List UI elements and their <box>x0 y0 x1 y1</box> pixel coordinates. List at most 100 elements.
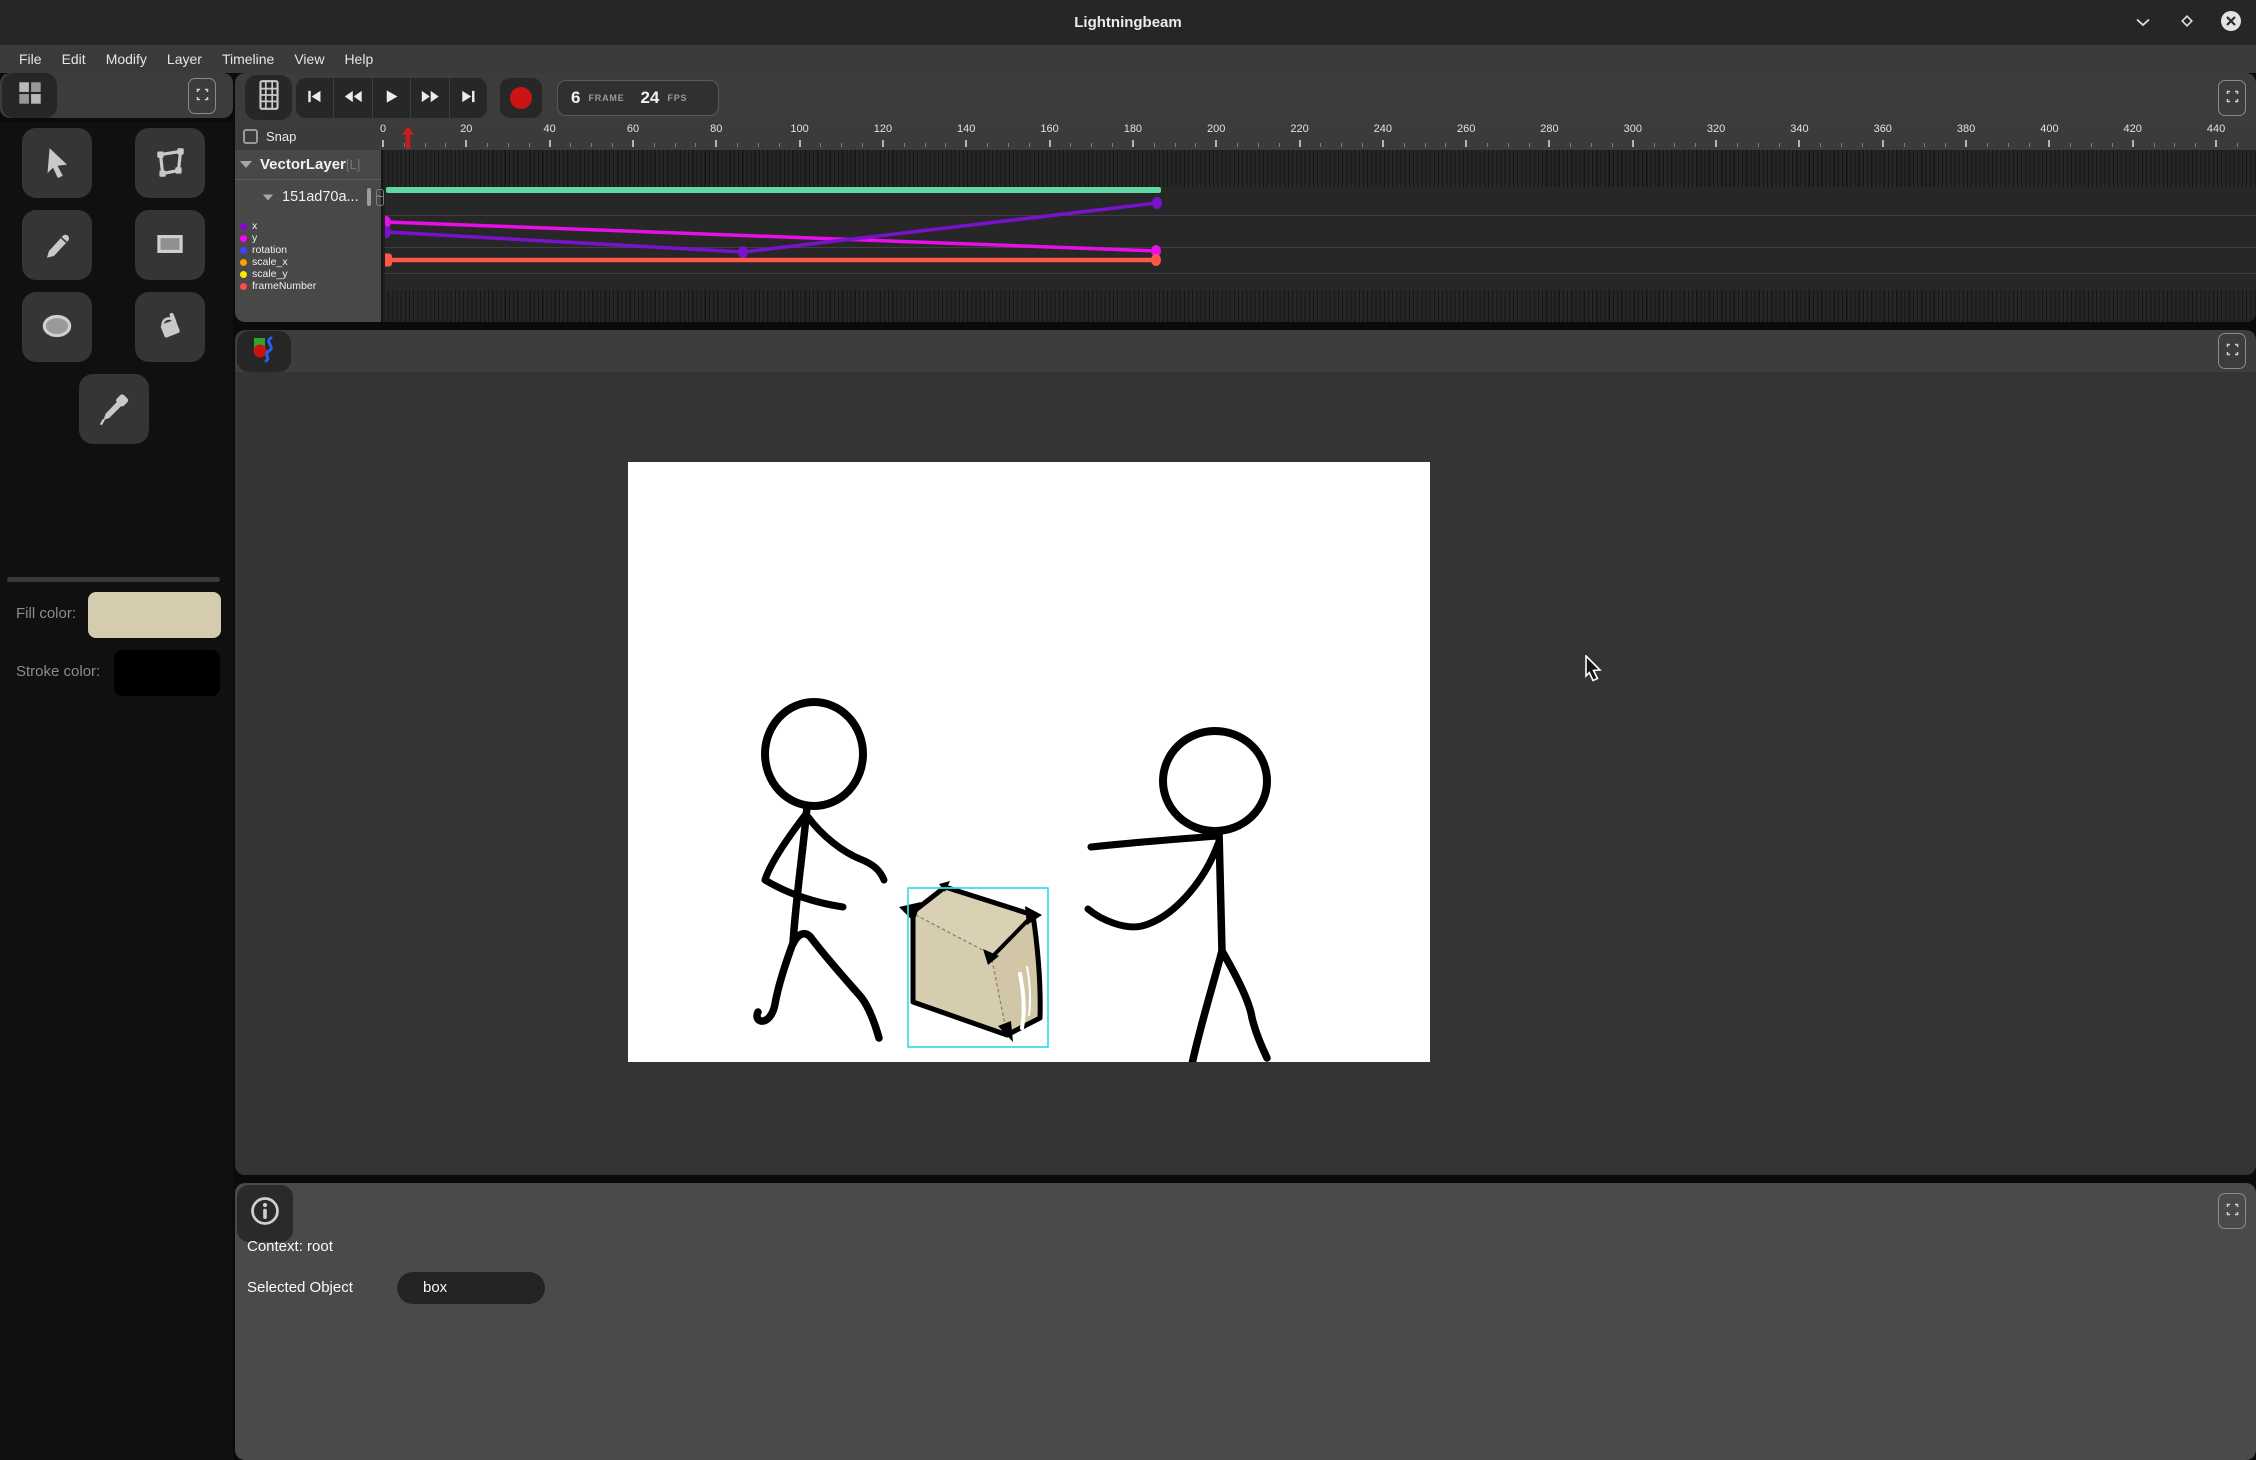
ruler-tick-minor <box>1924 143 1925 147</box>
y-curve[interactable] <box>386 222 1156 251</box>
record-button[interactable] <box>500 78 542 118</box>
timeline-panel-tab[interactable] <box>245 75 292 120</box>
menu-timeline[interactable]: Timeline <box>212 45 284 73</box>
rectangle-tool-button[interactable] <box>135 210 205 280</box>
tools-panel-tab[interactable] <box>2 73 57 118</box>
ruler-number: 120 <box>874 123 892 135</box>
timeline-ruler[interactable]: Snap 02040608010012014016018020022024026… <box>235 122 2256 150</box>
canvas-expand-button[interactable] <box>2218 333 2246 369</box>
ruler-number: 140 <box>957 123 975 135</box>
close-window-button[interactable] <box>2220 12 2242 34</box>
canvas-area[interactable] <box>235 372 2256 1175</box>
skip-end-button[interactable] <box>450 78 487 118</box>
layers-panel: VectorLayer[L] 151ad70a... ~ xyrotations… <box>235 150 383 322</box>
app-window: Lightningbeam FileEditModifyLayerTimelin… <box>0 0 2256 1460</box>
timeline-expand-button[interactable] <box>2218 80 2246 116</box>
ruler-tick-minor <box>841 143 842 147</box>
keyframe-dot[interactable] <box>385 226 391 238</box>
ruler-tick-minor <box>591 143 592 147</box>
menu-file[interactable]: File <box>9 45 52 73</box>
info-panel-tab[interactable] <box>237 1185 293 1242</box>
stage[interactable] <box>628 462 1430 1062</box>
expand-icon <box>2225 1202 2240 1220</box>
animation-curves[interactable] <box>385 150 2256 322</box>
stage-shape[interactable] <box>765 702 863 806</box>
ruler-tick-minor <box>1279 143 1280 147</box>
keyframe-dot[interactable] <box>1152 197 1162 209</box>
skip-start-icon <box>305 89 324 107</box>
stroke-color-swatch[interactable] <box>114 650 220 696</box>
menu-layer[interactable]: Layer <box>157 45 212 73</box>
playhead[interactable] <box>401 126 415 149</box>
property-row-rotation[interactable]: rotation <box>235 244 383 256</box>
snap-checkbox[interactable] <box>243 129 258 144</box>
ruler-tick-minor <box>945 143 946 147</box>
select-tool-button[interactable] <box>22 128 92 198</box>
transform-tool-button[interactable] <box>135 128 205 198</box>
paint-bucket-tool-button[interactable] <box>135 292 205 362</box>
sublayer-row[interactable]: 151ad70a... ~ <box>235 180 381 214</box>
shade-window-button[interactable] <box>2132 12 2154 34</box>
frame-value[interactable]: 6 <box>571 88 580 108</box>
ruler-tick-minor <box>820 143 821 147</box>
layer-visibility-button[interactable] <box>367 188 371 206</box>
menu-view[interactable]: View <box>284 45 334 73</box>
layer-row[interactable]: VectorLayer[L] <box>235 150 381 180</box>
collapse-arrow-icon[interactable] <box>263 194 273 200</box>
canvas-panel-tab[interactable] <box>237 331 291 372</box>
ruler-tick-minor <box>1445 143 1446 147</box>
ruler-tick-major <box>549 140 551 147</box>
ruler-number: 420 <box>2124 123 2142 135</box>
collapse-arrow-icon[interactable] <box>240 161 252 168</box>
keyframe-dot[interactable] <box>1151 254 1161 266</box>
ruler-tick-major <box>882 140 884 147</box>
selected-object-field[interactable]: box <box>397 1272 545 1304</box>
paint-bucket-icon <box>151 307 189 348</box>
layer-ease-button[interactable]: ~ <box>376 189 384 206</box>
stage-shape[interactable] <box>808 817 884 880</box>
timeline-tracks[interactable] <box>385 150 2256 322</box>
ruler-tick-minor <box>1154 143 1155 147</box>
property-row-x[interactable]: x <box>235 220 383 232</box>
stage-shape[interactable] <box>1091 836 1218 847</box>
fill-color-swatch[interactable] <box>88 592 221 638</box>
maximize-window-button[interactable] <box>2176 12 2198 34</box>
tools-expand-button[interactable] <box>188 78 216 114</box>
stage-shape[interactable] <box>1088 844 1218 927</box>
ruler-number: 320 <box>1707 123 1725 135</box>
keyframe-dot[interactable] <box>385 254 392 267</box>
frame-fps-box[interactable]: 6 FRAME 24 FPS <box>557 80 719 116</box>
ruler-tick-minor <box>2237 143 2238 147</box>
ellipse-tool-button[interactable] <box>22 292 92 362</box>
ruler-tick-minor <box>1237 143 1238 147</box>
stage-artwork[interactable] <box>628 462 1430 1062</box>
eyedropper-tool-button[interactable] <box>79 374 149 444</box>
stage-shape[interactable] <box>1192 951 1222 1062</box>
rewind-button[interactable] <box>334 78 372 118</box>
stage-shape[interactable] <box>757 943 793 1021</box>
fast-forward-button[interactable] <box>411 78 449 118</box>
property-row-frameNumber[interactable]: frameNumber <box>235 280 383 292</box>
info-expand-button[interactable] <box>2218 1193 2246 1229</box>
ruler-tick-major <box>1715 140 1717 147</box>
property-color-dot <box>240 259 247 266</box>
diamond-icon <box>2179 13 2195 32</box>
property-row-y[interactable]: y <box>235 232 383 244</box>
skip-start-button[interactable] <box>296 78 334 118</box>
menu-edit[interactable]: Edit <box>52 45 96 73</box>
stage-shape[interactable] <box>793 934 879 1038</box>
property-row-scale_y[interactable]: scale_y <box>235 268 383 280</box>
stage-shape[interactable] <box>1163 731 1267 831</box>
property-label: x <box>252 220 257 232</box>
keyframe-span-bar[interactable] <box>386 187 1161 193</box>
stage-shape[interactable] <box>1222 951 1267 1058</box>
ruler-tick-minor <box>508 143 509 147</box>
play-button[interactable] <box>373 78 411 118</box>
menu-modify[interactable]: Modify <box>96 45 157 73</box>
keyframe-dot[interactable] <box>738 246 748 258</box>
property-row-scale_x[interactable]: scale_x <box>235 256 383 268</box>
menu-help[interactable]: Help <box>334 45 383 73</box>
chevron-down-icon <box>2135 15 2151 30</box>
pencil-tool-button[interactable] <box>22 210 92 280</box>
fps-value[interactable]: 24 <box>640 88 659 108</box>
